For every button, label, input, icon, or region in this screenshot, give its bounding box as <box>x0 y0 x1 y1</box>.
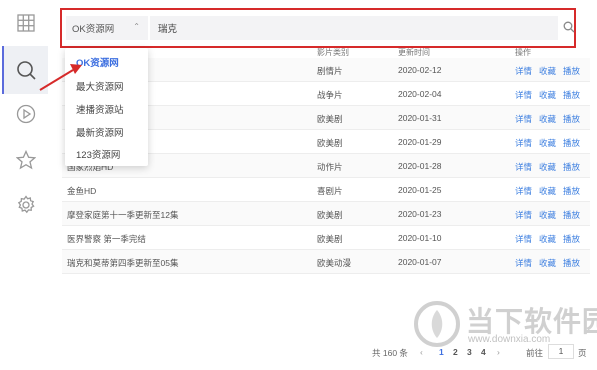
caret-down-icon: ⌃ <box>133 22 140 31</box>
row-time: 2020-02-04 <box>398 89 442 99</box>
details-link[interactable]: 详情 <box>515 137 532 149</box>
details-link[interactable]: 详情 <box>515 257 532 269</box>
dropdown-option[interactable]: 最新资源网 <box>76 125 124 139</box>
page-1[interactable]: 1 <box>439 347 444 357</box>
row-type: 欧美剧 <box>317 234 343 244</box>
table-row: 金鱼HD 喜剧片 2020-01-25 详情 收藏 播放 <box>62 178 590 202</box>
play-link[interactable]: 播放 <box>563 185 580 197</box>
table-row: 摩登家庭第十一季更新至12集 欧美剧 2020-01-23 详情 收藏 播放 <box>62 202 590 226</box>
details-link[interactable]: 详情 <box>515 161 532 173</box>
play-link[interactable]: 播放 <box>563 113 580 125</box>
row-time: 2020-01-29 <box>398 137 442 147</box>
details-link[interactable]: 详情 <box>515 209 532 221</box>
play-link[interactable]: 播放 <box>563 209 580 221</box>
prev-page-icon[interactable]: ‹ <box>420 347 423 357</box>
row-type: 动作片 <box>317 162 343 172</box>
row-type: 欧美剧 <box>317 210 343 220</box>
dropdown-option[interactable]: 最大资源网 <box>76 79 124 93</box>
row-time: 2020-01-25 <box>398 185 442 195</box>
favorite-link[interactable]: 收藏 <box>539 209 556 221</box>
row-title: 医界警察 第一季完结 <box>67 234 146 244</box>
star-icon[interactable] <box>13 147 39 173</box>
page-2[interactable]: 2 <box>453 347 458 357</box>
pagination-total: 共 160 条 <box>372 348 408 358</box>
play-link[interactable]: 播放 <box>563 65 580 77</box>
row-time: 2020-01-10 <box>398 233 442 243</box>
watermark-url: www.downxia.com <box>468 334 551 345</box>
favorite-link[interactable]: 收藏 <box>539 137 556 149</box>
favorite-link[interactable]: 收藏 <box>539 89 556 101</box>
grid-icon[interactable] <box>13 10 39 36</box>
play-link[interactable]: 播放 <box>563 161 580 173</box>
search-button-icon[interactable] <box>560 18 578 36</box>
row-type: 喜剧片 <box>317 186 343 196</box>
row-title: 摩登家庭第十一季更新至12集 <box>67 210 179 220</box>
header-type: 影片类别 <box>317 48 349 57</box>
search-query: 瑞克 <box>158 24 178 35</box>
page-4[interactable]: 4 <box>481 347 486 357</box>
favorite-link[interactable]: 收藏 <box>539 113 556 125</box>
row-title: 瑞克和莫蒂第四季更新至05集 <box>67 258 179 268</box>
dropdown-option[interactable]: OK资源网 <box>76 55 119 69</box>
row-type: 欧美剧 <box>317 114 343 124</box>
search-icon[interactable] <box>13 57 39 83</box>
search-input[interactable]: 瑞克 <box>150 16 558 40</box>
favorite-link[interactable]: 收藏 <box>539 257 556 269</box>
gear-icon[interactable] <box>13 192 39 218</box>
play-link[interactable]: 播放 <box>563 233 580 245</box>
next-page-icon[interactable]: › <box>497 347 500 357</box>
row-type: 欧美动漫 <box>317 258 352 268</box>
play-icon[interactable] <box>13 101 39 127</box>
details-link[interactable]: 详情 <box>515 185 532 197</box>
dropdown-option[interactable]: 速播资源站 <box>76 102 124 116</box>
favorite-link[interactable]: 收藏 <box>539 161 556 173</box>
row-time: 2020-01-31 <box>398 113 442 123</box>
details-link[interactable]: 详情 <box>515 233 532 245</box>
row-type: 剧情片 <box>317 66 343 76</box>
row-type: 欧美剧 <box>317 138 343 148</box>
source-dropdown: OK资源网 最大资源网 速播资源站 最新资源网 123资源网 <box>65 48 148 166</box>
goto-label: 前往 <box>526 348 544 358</box>
app-window: 影片类别 更新时间 操作 剧情片 2020-02-12 详情 收藏 播放 战争片 2020-… <box>0 0 597 370</box>
source-select[interactable]: OK资源网 ⌃ <box>66 16 148 40</box>
details-link[interactable]: 详情 <box>515 113 532 125</box>
favorite-link[interactable]: 收藏 <box>539 65 556 77</box>
header-time: 更新时间 <box>398 48 430 57</box>
row-time: 2020-02-12 <box>398 65 442 75</box>
row-time: 2020-01-07 <box>398 257 442 267</box>
row-type: 战争片 <box>317 90 343 100</box>
favorite-link[interactable]: 收藏 <box>539 233 556 245</box>
watermark-logo <box>414 301 460 347</box>
header-actions: 操作 <box>515 48 531 57</box>
details-link[interactable]: 详情 <box>515 89 532 101</box>
source-select-value: OK资源网 <box>72 24 115 35</box>
table-row: 医界警察 第一季完结 欧美剧 2020-01-10 详情 收藏 播放 <box>62 226 590 250</box>
dropdown-option[interactable]: 123资源网 <box>76 147 120 161</box>
table-row: 瑞克和莫蒂第四季更新至05集 欧美动漫 2020-01-07 详情 收藏 播放 <box>62 250 590 274</box>
goto-page-input[interactable]: 1 <box>548 344 574 359</box>
page-suffix: 页 <box>578 348 587 358</box>
details-link[interactable]: 详情 <box>515 65 532 77</box>
play-link[interactable]: 播放 <box>563 137 580 149</box>
favorite-link[interactable]: 收藏 <box>539 185 556 197</box>
page-3[interactable]: 3 <box>467 347 472 357</box>
row-time: 2020-01-28 <box>398 161 442 171</box>
sidebar <box>0 0 52 370</box>
row-time: 2020-01-23 <box>398 209 442 219</box>
play-link[interactable]: 播放 <box>563 257 580 269</box>
play-link[interactable]: 播放 <box>563 89 580 101</box>
row-title: 金鱼HD <box>67 186 97 196</box>
